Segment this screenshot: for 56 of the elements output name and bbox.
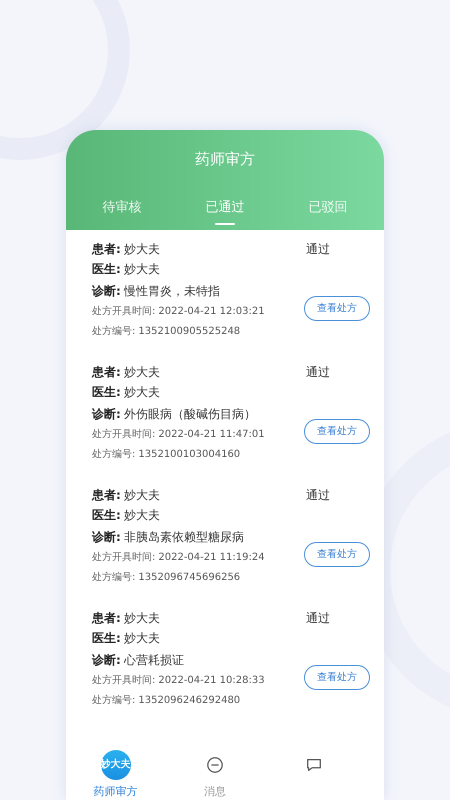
field-value: 外伤眼病（酸碱伤目病） bbox=[124, 406, 256, 423]
view-prescription-button[interactable]: 查看处方 bbox=[304, 419, 370, 444]
field-label: 医生: bbox=[92, 384, 121, 401]
field-label: 患者: bbox=[92, 610, 121, 627]
page-title: 药师审方 bbox=[195, 149, 255, 170]
field-label: 处方开具时间: bbox=[92, 550, 156, 565]
field-label: 处方编号: bbox=[92, 570, 136, 585]
field-label: 处方编号: bbox=[92, 448, 136, 462]
field-label: 医生: bbox=[92, 507, 121, 524]
field-value: 妙大夫 bbox=[124, 241, 160, 258]
status-text: 通过 bbox=[305, 364, 330, 381]
field-value: 1352096745696256 bbox=[138, 571, 240, 585]
field-label: 处方开具时间: bbox=[92, 674, 156, 688]
field-value: 2022-04-21 10:28:33 bbox=[158, 674, 265, 688]
field-label: 诊断: bbox=[92, 283, 121, 300]
field-label: 诊断: bbox=[92, 529, 121, 546]
field-value: 慢性胃炎，未特指 bbox=[124, 283, 220, 300]
field-value: 心营耗损证 bbox=[124, 652, 184, 669]
view-prescription-button[interactable]: 查看处方 bbox=[304, 296, 370, 321]
field-value: 妙大夫 bbox=[124, 364, 160, 381]
field-value: 非胰岛素依赖型糖尿病 bbox=[124, 529, 244, 546]
field-value: 1352096246292480 bbox=[138, 694, 240, 708]
nav-tab[interactable]: 妙大夫 药师审方 bbox=[94, 750, 138, 800]
field-label: 诊断: bbox=[92, 406, 121, 423]
field-label: 患者: bbox=[92, 364, 121, 381]
field-value: 妙大夫 bbox=[124, 384, 160, 401]
field-label: 处方编号: bbox=[92, 694, 136, 708]
field-label: 处方编号: bbox=[92, 324, 136, 339]
view-prescription-button[interactable]: 查看处方 bbox=[304, 665, 370, 690]
field-value: 妙大夫 bbox=[124, 610, 160, 627]
field-label: 患者: bbox=[92, 487, 121, 504]
nav-tab[interactable]: 消息 bbox=[204, 750, 226, 800]
view-prescription-button[interactable]: 查看处方 bbox=[304, 542, 370, 567]
field-value: 2022-04-21 11:19:24 bbox=[158, 551, 265, 565]
logo-text: 妙大夫 bbox=[100, 760, 131, 770]
status-text: 通过 bbox=[305, 487, 330, 504]
status-text: 通过 bbox=[305, 241, 330, 258]
field-value: 2022-04-21 12:03:21 bbox=[158, 305, 265, 319]
field-value: 妙大夫 bbox=[124, 507, 160, 524]
field-label: 患者: bbox=[92, 241, 121, 258]
field-value: 妙大夫 bbox=[124, 487, 160, 504]
status-text: 通过 bbox=[305, 610, 330, 627]
field-value: 1352100103004160 bbox=[138, 448, 240, 462]
field-label: 处方开具时间: bbox=[92, 428, 156, 442]
chat-icon bbox=[305, 756, 324, 774]
field-value: 妙大夫 bbox=[124, 261, 160, 278]
tab[interactable]: 待审核 bbox=[82, 192, 162, 222]
field-value: 1352100905525248 bbox=[138, 325, 240, 339]
field-label: 处方开具时间: bbox=[92, 304, 156, 319]
tab[interactable]: 已通过 bbox=[185, 192, 265, 222]
field-label: 医生: bbox=[92, 261, 121, 278]
field-value: 2022-04-21 11:47:01 bbox=[158, 428, 265, 442]
message-icon bbox=[206, 756, 224, 774]
field-label: 医生: bbox=[92, 630, 121, 647]
field-label: 诊断: bbox=[92, 652, 121, 669]
field-value: 妙大夫 bbox=[124, 630, 160, 647]
